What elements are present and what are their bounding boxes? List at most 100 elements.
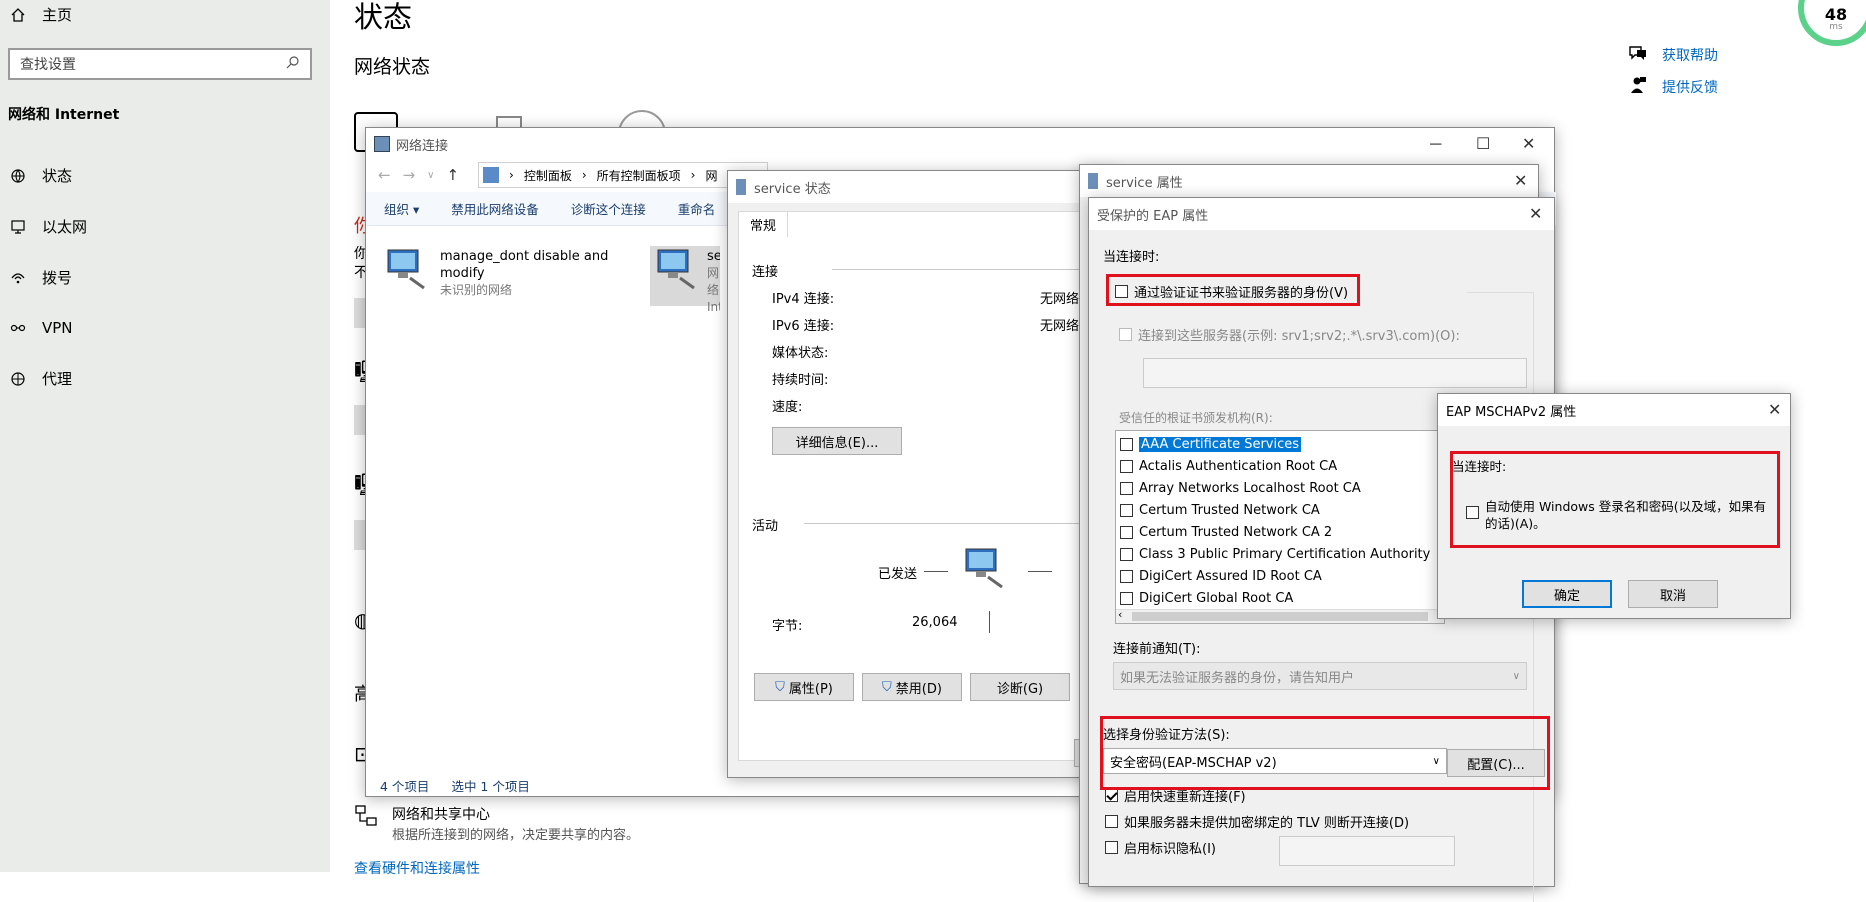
breadcrumb[interactable]: › 控制面板 › 所有控制面板项 › 网: [478, 162, 768, 188]
page-title: 状态: [354, 0, 413, 34]
notify-label: 连接前通知(T):: [1113, 642, 1201, 657]
disable-button[interactable]: ⛉ 禁用(D): [862, 673, 962, 701]
sidebar-item-dialup[interactable]: 拨号: [8, 267, 72, 288]
properties-button[interactable]: ⛉ 属性(P): [754, 673, 854, 701]
scroll-left-icon[interactable]: ‹: [1118, 608, 1122, 621]
highlight-box: [1100, 716, 1550, 790]
adapter-item-service[interactable]: ser 网络 Inte: [650, 246, 720, 314]
close-button[interactable]: ✕: [1514, 171, 1527, 190]
checkbox-box[interactable]: [1105, 841, 1118, 854]
cancel-button[interactable]: 取消: [1628, 580, 1718, 608]
forward-arrow-icon[interactable]: →: [403, 166, 416, 184]
checkbox-box[interactable]: [1105, 815, 1118, 828]
sidebar-home[interactable]: 主页: [8, 4, 72, 25]
disable-device-button[interactable]: 禁用此网络设备: [451, 199, 539, 218]
divider: [924, 571, 948, 572]
sharing-center-link[interactable]: 网络和共享中心 根据所连接到的网络，决定要共享的内容。: [354, 804, 639, 843]
ipv6-label: IPv6 连接:: [772, 319, 835, 334]
ca-list-item[interactable]: DigiCert Assured ID Root CA: [1116, 565, 1444, 587]
checkbox-box[interactable]: [1120, 591, 1133, 605]
ca-list-item[interactable]: DigiCert Global Root CA: [1116, 587, 1444, 609]
ca-name: Class 3 Public Primary Certification Aut…: [1139, 546, 1431, 562]
ca-name: Array Networks Localhost Root CA: [1139, 480, 1361, 496]
trusted-ca-list[interactable]: AAA Certificate Services Actalis Authenti…: [1115, 430, 1445, 624]
horizontal-scrollbar[interactable]: ‹: [1116, 608, 1444, 623]
identity-privacy-checkbox[interactable]: 启用标识隐私(I): [1105, 838, 1216, 857]
ca-list-item[interactable]: Array Networks Localhost Root CA: [1116, 477, 1444, 499]
sidebar-item-proxy[interactable]: 代理: [8, 368, 72, 389]
ca-name: DigiCert Assured ID Root CA: [1139, 568, 1322, 584]
feedback-person-icon: [1628, 76, 1648, 98]
breadcrumb-item[interactable]: 网: [705, 167, 717, 184]
tlv-disconnect-label: 如果服务器未提供加密绑定的 TLV 则断开连接(D): [1124, 816, 1410, 831]
minimize-button[interactable]: ─: [1430, 134, 1441, 154]
speed-label: 速度:: [772, 400, 803, 415]
up-arrow-icon[interactable]: ↑: [446, 166, 459, 184]
sidebar-item-label: 状态: [42, 167, 73, 185]
settings-search-input[interactable]: 查找设置: [8, 48, 312, 80]
get-help-link[interactable]: 获取帮助: [1628, 44, 1718, 66]
checkbox-box[interactable]: [1120, 525, 1133, 539]
netconn-window-icon: [374, 136, 390, 152]
details-button[interactable]: 详细信息(E)...: [772, 427, 902, 455]
eap-title: 受保护的 EAP 属性: [1097, 208, 1209, 224]
checkbox-box[interactable]: [1120, 459, 1133, 473]
checkbox-box[interactable]: [1120, 503, 1133, 517]
checkbox-box[interactable]: [1105, 789, 1118, 802]
back-arrow-icon[interactable]: ←: [378, 166, 391, 184]
feedback-link[interactable]: 提供反馈: [1628, 76, 1718, 98]
maximize-button[interactable]: ☐: [1476, 134, 1490, 153]
adapter-item-manage[interactable]: manage_dont disable and modify 未识别的网络: [440, 248, 610, 299]
tlv-disconnect-checkbox[interactable]: 如果服务器未提供加密绑定的 TLV 则断开连接(D): [1105, 812, 1409, 831]
eap-titlebar: 受保护的 EAP 属性: [1089, 198, 1554, 230]
checkbox-box[interactable]: [1120, 481, 1133, 495]
close-button[interactable]: ✕: [1522, 134, 1535, 153]
checkbox-box[interactable]: [1120, 437, 1133, 451]
sharing-center-desc: 根据所连接到的网络，决定要共享的内容。: [392, 828, 640, 843]
sidebar-item-ethernet[interactable]: 以太网: [8, 216, 87, 237]
ok-button[interactable]: 确定: [1522, 580, 1612, 608]
connect-servers-checkbox[interactable]: 连接到这些服务器(示例: srv1;srv2;.*\.srv3\.com)(O)…: [1119, 325, 1460, 344]
section-activity: 活动: [752, 519, 779, 534]
close-button[interactable]: ✕: [1529, 204, 1542, 223]
group-frame: [1467, 292, 1533, 293]
identity-input[interactable]: [1279, 836, 1455, 866]
rename-button[interactable]: 重命名: [678, 199, 716, 218]
properties-label: 属性(P): [788, 681, 833, 697]
sidebar-section-title: 网络和 Internet: [8, 107, 120, 123]
close-button[interactable]: ✕: [1768, 400, 1781, 419]
connect-servers-label: 连接到这些服务器(示例: srv1;srv2;.*\.srv3\.com)(O)…: [1138, 329, 1460, 344]
breadcrumb-item[interactable]: 控制面板: [524, 167, 572, 184]
diagnose-status-button[interactable]: 诊断(G): [970, 673, 1070, 701]
chevron-down-icon[interactable]: ∨: [427, 170, 434, 181]
checkbox-box[interactable]: [1119, 328, 1132, 341]
scrollbar-thumb[interactable]: [1132, 612, 1428, 621]
mschap-titlebar: EAP MSCHAPv2 属性: [1438, 394, 1790, 426]
notify-select[interactable]: 如果无法验证服务器的身份，请告知用户 ∨: [1113, 662, 1527, 690]
page-subtitle: 网络状态: [354, 56, 431, 78]
ca-list-item[interactable]: AAA Certificate Services: [1116, 433, 1444, 455]
bytes-label: 字节:: [772, 619, 803, 634]
network-plug-icon: [736, 179, 746, 195]
servers-input[interactable]: [1143, 358, 1527, 388]
diagnose-button[interactable]: 诊断这个连接: [571, 199, 646, 218]
vpn-icon: [8, 318, 28, 338]
organize-menu[interactable]: 组织 ▾: [384, 199, 419, 218]
search-placeholder: 查找设置: [20, 57, 76, 73]
sidebar-item-status[interactable]: 状态: [8, 165, 72, 186]
bytes-sent-value: 26,064: [912, 615, 958, 630]
properties-titlebar: service 属性: [1080, 165, 1538, 197]
item-count: 4 个项目: [380, 779, 430, 794]
checkbox-box[interactable]: [1120, 569, 1133, 583]
ca-list-item[interactable]: Class 3 Public Primary Certification Aut…: [1116, 543, 1444, 565]
ca-list-item[interactable]: Certum Trusted Network CA 2: [1116, 521, 1444, 543]
sidebar-item-label: 代理: [42, 370, 73, 388]
sidebar-item-vpn[interactable]: VPN: [8, 318, 73, 338]
notify-value: 如果无法验证服务器的身份，请告知用户: [1120, 670, 1355, 686]
checkbox-box[interactable]: [1120, 547, 1133, 561]
tab-general[interactable]: 常规: [738, 211, 788, 237]
view-hardware-link[interactable]: 查看硬件和连接属性: [354, 858, 480, 878]
ca-list-item[interactable]: Certum Trusted Network CA: [1116, 499, 1444, 521]
ca-list-item[interactable]: Actalis Authentication Root CA: [1116, 455, 1444, 477]
breadcrumb-item[interactable]: 所有控制面板项: [597, 167, 681, 184]
